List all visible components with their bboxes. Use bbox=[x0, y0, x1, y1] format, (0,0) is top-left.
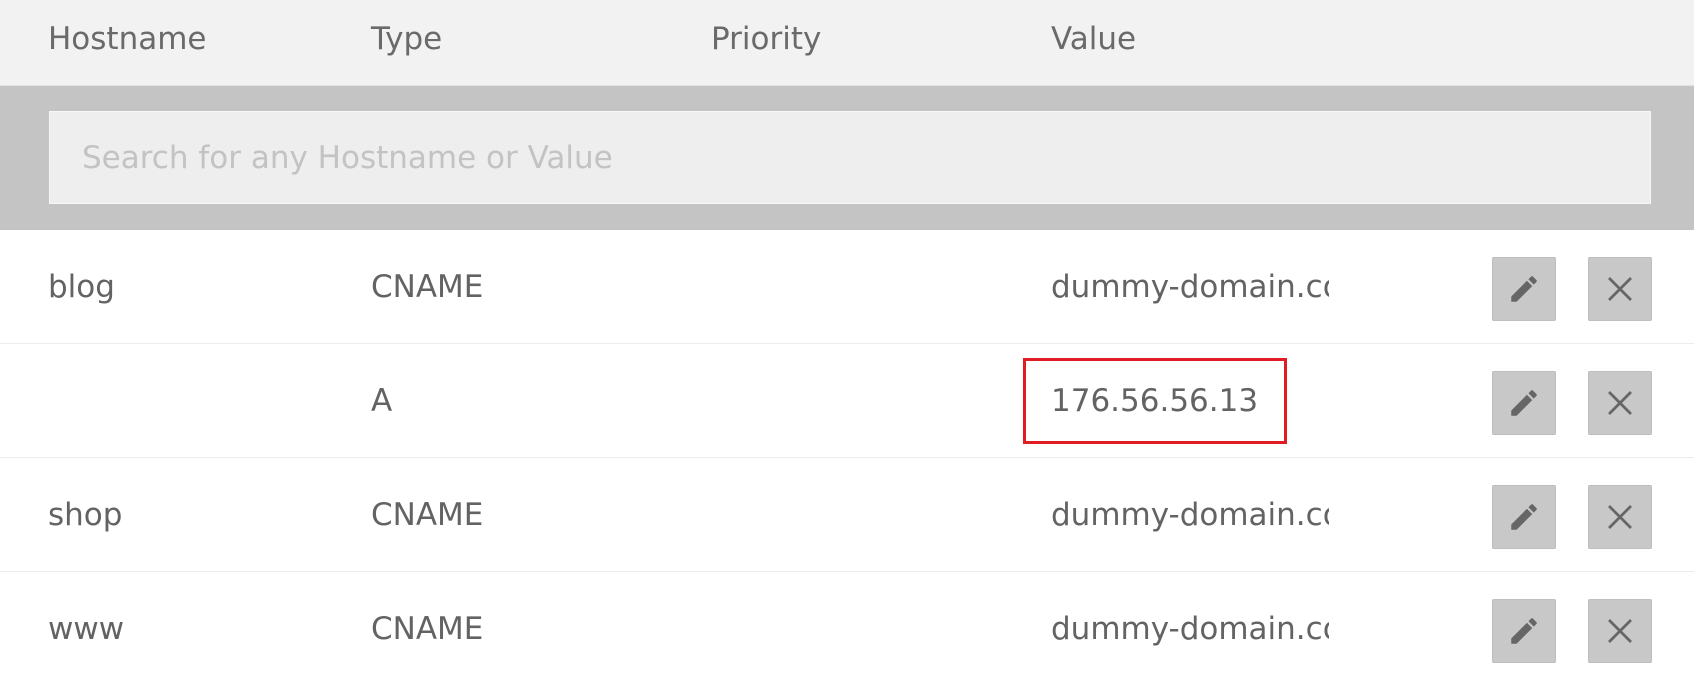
column-header-priority[interactable]: Priority bbox=[711, 20, 821, 58]
close-icon bbox=[1608, 619, 1632, 643]
dns-records-table: Hostname Type Priority Value blog CNAME … bbox=[0, 0, 1694, 680]
value-highlight-box bbox=[1023, 358, 1287, 444]
table-row: A 176.56.56.13 bbox=[0, 344, 1694, 458]
hostname-cell: blog bbox=[48, 269, 115, 305]
table-row: shop CNAME dummy-domain.com bbox=[0, 458, 1694, 572]
value-cell: dummy-domain.com bbox=[1051, 497, 1329, 533]
type-cell: CNAME bbox=[371, 611, 484, 647]
value-cell: dummy-domain.com bbox=[1051, 269, 1329, 305]
type-cell: CNAME bbox=[371, 497, 484, 533]
hostname-cell: www bbox=[48, 611, 125, 647]
delete-button[interactable] bbox=[1588, 257, 1652, 321]
pencil-icon bbox=[1511, 504, 1537, 530]
edit-button[interactable] bbox=[1492, 485, 1556, 549]
edit-button[interactable] bbox=[1492, 257, 1556, 321]
column-header-type[interactable]: Type bbox=[371, 20, 442, 58]
value-cell: dummy-domain.com bbox=[1051, 611, 1329, 647]
close-icon bbox=[1608, 391, 1632, 415]
delete-button[interactable] bbox=[1588, 371, 1652, 435]
close-icon bbox=[1608, 277, 1632, 301]
close-icon bbox=[1608, 505, 1632, 529]
column-header-value[interactable]: Value bbox=[1051, 20, 1136, 58]
table-header: Hostname Type Priority Value bbox=[0, 0, 1694, 86]
table-row: www CNAME dummy-domain.com bbox=[0, 572, 1694, 680]
edit-button[interactable] bbox=[1492, 599, 1556, 663]
type-cell: CNAME bbox=[371, 269, 484, 305]
pencil-icon bbox=[1511, 276, 1537, 302]
table-row: blog CNAME dummy-domain.com bbox=[0, 230, 1694, 344]
pencil-icon bbox=[1511, 618, 1537, 644]
delete-button[interactable] bbox=[1588, 599, 1652, 663]
type-cell: A bbox=[371, 383, 393, 419]
edit-button[interactable] bbox=[1492, 371, 1556, 435]
search-bar bbox=[0, 86, 1694, 230]
search-input[interactable] bbox=[49, 111, 1651, 204]
column-header-hostname[interactable]: Hostname bbox=[48, 20, 207, 58]
delete-button[interactable] bbox=[1588, 485, 1652, 549]
hostname-cell: shop bbox=[48, 497, 123, 533]
pencil-icon bbox=[1511, 390, 1537, 416]
